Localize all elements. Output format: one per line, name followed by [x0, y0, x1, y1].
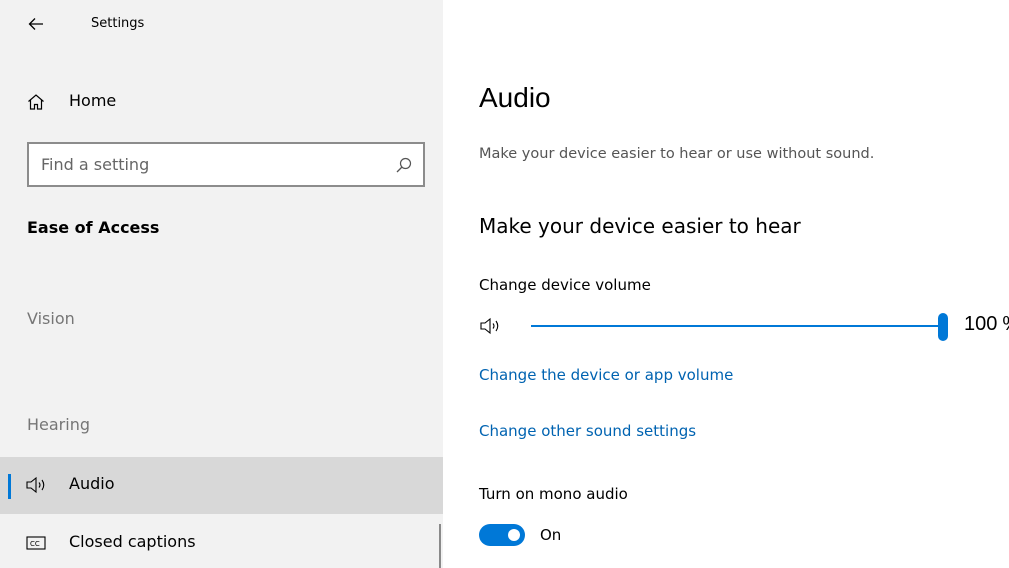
main-content: Audio Make your device easier to hear or… — [443, 0, 1009, 568]
sidebar-scrollbar[interactable] — [439, 524, 441, 568]
page-title: Audio — [479, 82, 551, 113]
section-subheading: Make your device easier to hear — [479, 214, 801, 238]
group-label-vision: Vision — [27, 309, 75, 328]
speaker-icon — [480, 317, 499, 335]
search-input[interactable] — [29, 144, 389, 185]
svg-text:CC: CC — [30, 540, 40, 548]
toggle-knob — [508, 529, 520, 541]
page-description: Make your device easier to hear or use w… — [479, 146, 875, 162]
volume-control: 100% — [479, 312, 1009, 342]
sidebar-item-label: Closed captions — [69, 532, 196, 551]
volume-slider[interactable] — [531, 312, 948, 342]
sidebar: Settings Home Ease of Access Vision Hear… — [0, 0, 443, 568]
sidebar-item-label: Audio — [69, 474, 115, 493]
window-title: Settings — [91, 16, 145, 31]
sidebar-item-audio[interactable]: Audio — [0, 457, 443, 514]
back-button[interactable] — [22, 10, 50, 38]
section-title: Ease of Access — [27, 218, 160, 237]
volume-label: Change device volume — [479, 276, 651, 294]
sidebar-item-closed-captions[interactable]: CC Closed captions — [0, 515, 443, 568]
selection-indicator — [8, 474, 11, 499]
search-box[interactable] — [27, 142, 425, 187]
volume-number: 100 — [964, 313, 998, 335]
group-label-hearing: Hearing — [27, 415, 90, 434]
device-app-volume-link[interactable]: Change the device or app volume — [479, 366, 733, 384]
volume-value: 100% — [964, 313, 1009, 336]
search-icon[interactable] — [395, 156, 413, 174]
home-icon — [28, 94, 44, 110]
title-bar: Settings — [0, 0, 443, 48]
speaker-icon — [26, 476, 45, 494]
mono-audio-label: Turn on mono audio — [479, 485, 628, 503]
closed-captions-icon: CC — [26, 536, 46, 550]
mono-audio-toggle[interactable] — [479, 524, 525, 546]
back-arrow-icon — [28, 18, 43, 30]
volume-slider-thumb[interactable] — [938, 313, 948, 341]
volume-unit: % — [1002, 313, 1009, 335]
nav-home-label: Home — [69, 91, 117, 110]
nav-home[interactable]: Home — [0, 80, 443, 124]
volume-slider-track[interactable] — [531, 325, 941, 327]
other-sound-settings-link[interactable]: Change other sound settings — [479, 422, 696, 440]
toggle-state-label: On — [540, 526, 562, 544]
